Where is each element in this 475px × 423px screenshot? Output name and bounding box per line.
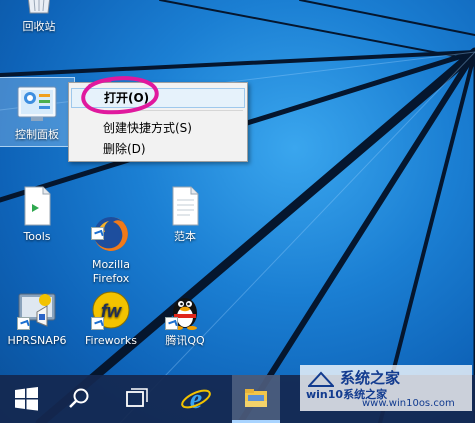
- internet-explorer-button[interactable]: e: [172, 375, 220, 423]
- svg-text:fw: fw: [101, 301, 122, 321]
- desktop-icon-label: HPRSNAP6: [7, 334, 67, 347]
- desktop-icon-control-panel[interactable]: 控制面板: [0, 77, 75, 147]
- desktop-icon-fireworks[interactable]: fw Fireworks: [74, 290, 148, 348]
- desktop-icon-label: Fireworks: [85, 334, 137, 347]
- desktop-icon-firefox[interactable]: Mozilla Firefox: [74, 186, 148, 286]
- document-icon: [17, 186, 57, 226]
- task-view-button[interactable]: [112, 375, 160, 423]
- annotation-circle: [81, 76, 159, 115]
- blank-document-icon: [165, 186, 205, 226]
- recycle-bin-icon: [24, 0, 54, 14]
- desktop-icon-hprsnap6[interactable]: HPRSNAP6: [0, 290, 74, 348]
- shortcut-arrow-icon: [165, 317, 178, 330]
- shortcut-arrow-icon: [91, 317, 104, 330]
- desktop-icon-template[interactable]: 范本: [148, 186, 222, 244]
- desktop-icon-label: 控制面板: [15, 128, 59, 141]
- watermark-url: www.win10os.com: [362, 398, 455, 409]
- watermark: 系统之家 win10系统之家 www.win10os.com: [300, 365, 472, 411]
- desktop-icon-label: 回收站: [22, 20, 56, 33]
- shortcut-arrow-icon: [91, 227, 104, 240]
- desktop-icon-label: 腾讯QQ: [165, 334, 205, 347]
- control-panel-icon: [17, 84, 57, 124]
- start-button[interactable]: [2, 375, 50, 423]
- desktop-icon-label: Mozilla Firefox: [92, 258, 130, 285]
- watermark-logo: [306, 371, 336, 387]
- desktop[interactable]: 回收站 控制面板 Tools Mozilla Firefox 范本 HPRSNA…: [0, 0, 475, 423]
- desktop-icon-label: Tools: [23, 230, 51, 243]
- task-view-icon: [126, 388, 148, 407]
- start-icon: [15, 387, 38, 411]
- menu-item-delete[interactable]: 删除(D): [71, 139, 245, 159]
- shortcut-arrow-icon: [17, 317, 30, 330]
- internet-explorer-icon: e: [181, 384, 211, 415]
- watermark-title: 系统之家: [340, 369, 401, 387]
- fireworks-icon: fw: [91, 290, 131, 330]
- desktop-icon-qq[interactable]: 腾讯QQ: [148, 290, 222, 348]
- desktop-icon-tools[interactable]: Tools: [0, 186, 74, 244]
- qq-penguin-icon: [165, 290, 205, 330]
- search-button[interactable]: [55, 375, 103, 423]
- hprsnap-icon: [17, 290, 57, 330]
- file-explorer-icon: [245, 389, 267, 407]
- desktop-icon-recycle-bin[interactable]: 回收站: [2, 0, 76, 34]
- search-icon: [69, 388, 89, 408]
- file-explorer-button[interactable]: [232, 375, 280, 423]
- desktop-icon-label: 范本: [174, 230, 196, 243]
- firefox-icon: [91, 200, 131, 251]
- svg-text:e: e: [190, 384, 202, 415]
